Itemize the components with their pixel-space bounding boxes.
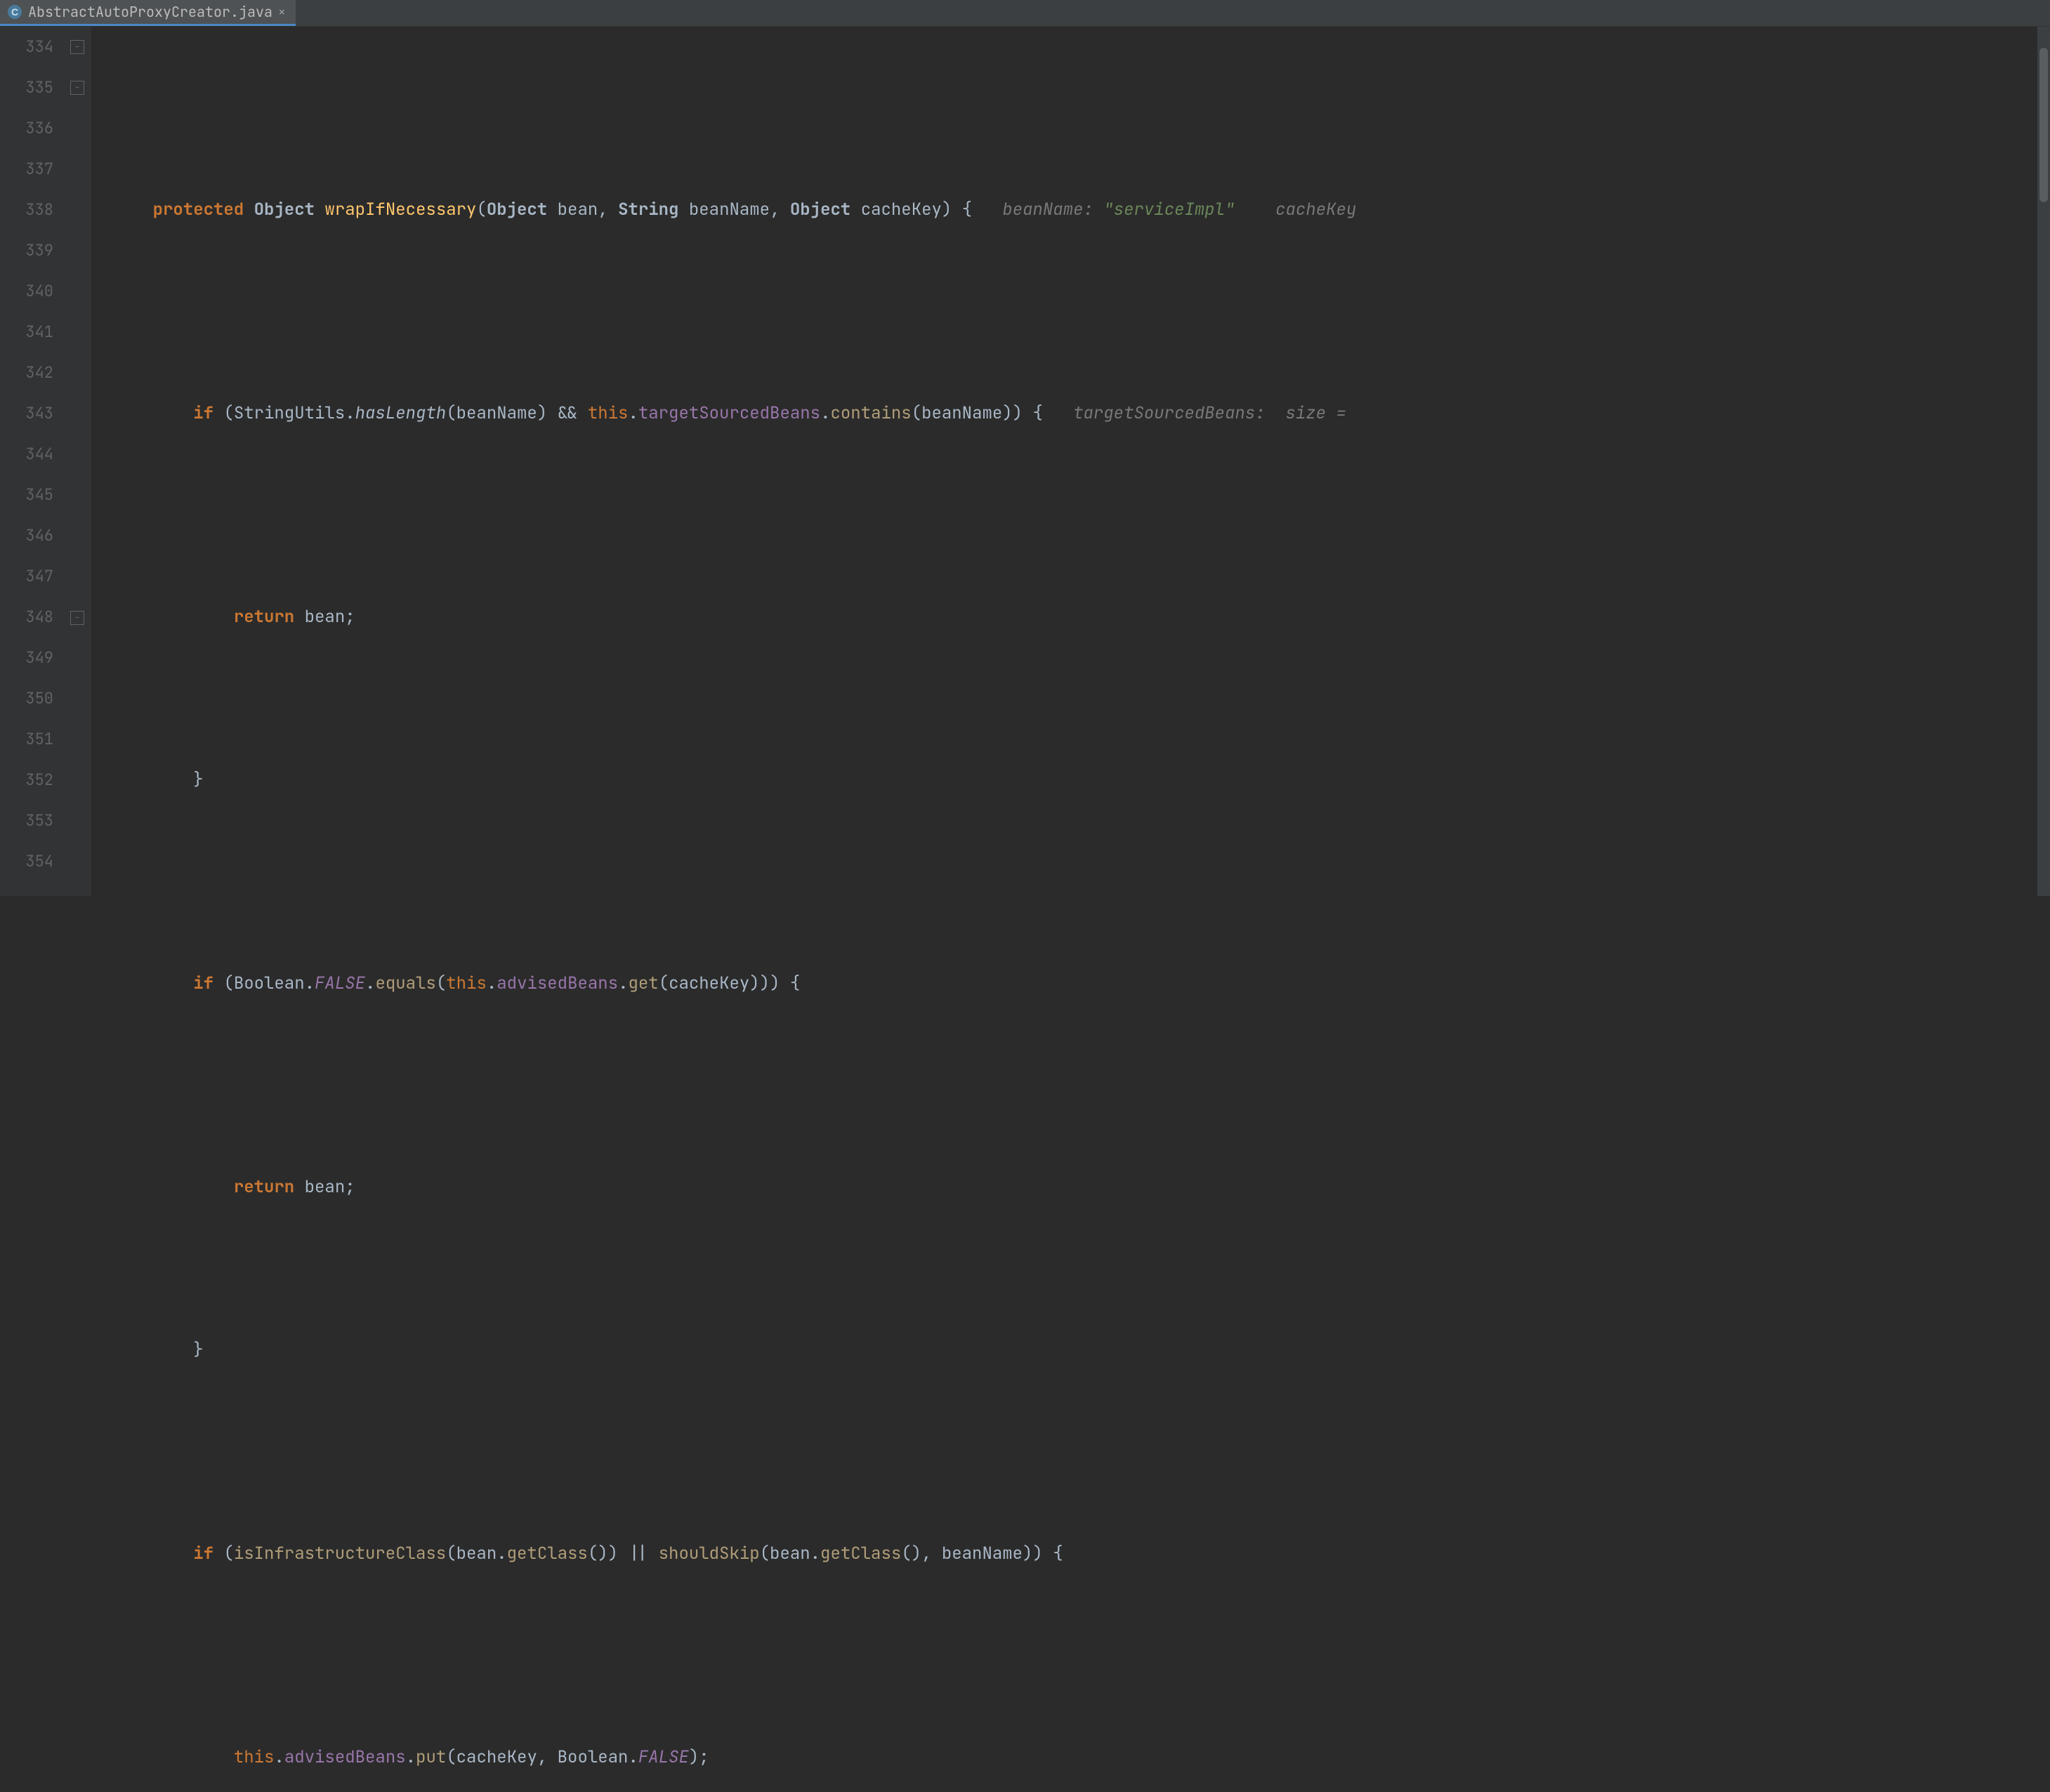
code-line[interactable]: if (Boolean.FALSE.equals(this.advisedBea… — [112, 963, 2050, 1004]
fold-toggle-icon[interactable]: − — [70, 40, 84, 54]
code-line[interactable]: if (StringUtils.hasLength(beanName) && t… — [112, 393, 2050, 434]
line-number-gutter: 3343353363373383393403413423433443453463… — [0, 27, 66, 896]
line-number[interactable]: 338 — [0, 190, 53, 230]
line-number[interactable]: 351 — [0, 719, 53, 760]
line-number[interactable]: 343 — [0, 393, 53, 434]
inline-debug-hint: targetSourcedBeans: size = — [1073, 402, 1346, 424]
line-number[interactable]: 342 — [0, 353, 53, 393]
fold-toggle-icon[interactable]: − — [70, 611, 84, 625]
folding-column: − − − — [66, 27, 91, 896]
line-number[interactable]: 348 — [0, 597, 53, 638]
line-number[interactable]: 344 — [0, 434, 53, 475]
file-tab-label: AbstractAutoProxyCreator.java — [28, 3, 272, 21]
scrollbar-thumb[interactable] — [2039, 48, 2048, 202]
svg-text:C: C — [11, 6, 18, 18]
line-number[interactable]: 335 — [0, 67, 53, 108]
fold-toggle-icon[interactable]: − — [70, 81, 84, 95]
line-number[interactable]: 339 — [0, 230, 53, 271]
editor-tabbar: C AbstractAutoProxyCreator.java × — [0, 0, 2050, 27]
vertical-scrollbar[interactable] — [2037, 27, 2050, 896]
line-number[interactable]: 353 — [0, 801, 53, 841]
line-number[interactable]: 340 — [0, 271, 53, 312]
inline-debug-hint: cacheKey — [1275, 199, 1356, 220]
editor: 3343353363373383393403413423433443453463… — [0, 27, 2050, 896]
inline-debug-hint: beanName: "serviceImpl" — [1002, 199, 1235, 220]
line-number[interactable]: 347 — [0, 556, 53, 597]
line-number[interactable]: 334 — [0, 27, 53, 67]
line-number[interactable]: 336 — [0, 108, 53, 149]
code-line[interactable]: protected Object wrapIfNecessary(Object … — [112, 190, 2050, 230]
file-tab[interactable]: C AbstractAutoProxyCreator.java × — [0, 0, 296, 26]
line-number[interactable]: 341 — [0, 312, 53, 353]
line-number[interactable]: 350 — [0, 678, 53, 719]
code-line[interactable]: } — [112, 760, 2050, 801]
close-icon[interactable]: × — [278, 4, 286, 20]
line-number[interactable]: 352 — [0, 760, 53, 801]
code-area[interactable]: protected Object wrapIfNecessary(Object … — [91, 27, 2050, 896]
code-line[interactable]: } — [112, 1330, 2050, 1371]
line-number[interactable]: 337 — [0, 149, 53, 190]
java-class-icon: C — [7, 4, 22, 20]
code-line[interactable]: return bean; — [112, 597, 2050, 638]
code-line[interactable]: this.advisedBeans.put(cacheKey, Boolean.… — [112, 1737, 2050, 1778]
line-number[interactable]: 346 — [0, 515, 53, 556]
line-number[interactable]: 349 — [0, 638, 53, 678]
code-line[interactable]: return bean; — [112, 1167, 2050, 1208]
line-number[interactable]: 345 — [0, 475, 53, 515]
code-line[interactable]: if (isInfrastructureClass(bean.getClass(… — [112, 1534, 2050, 1574]
line-number[interactable]: 354 — [0, 841, 53, 882]
